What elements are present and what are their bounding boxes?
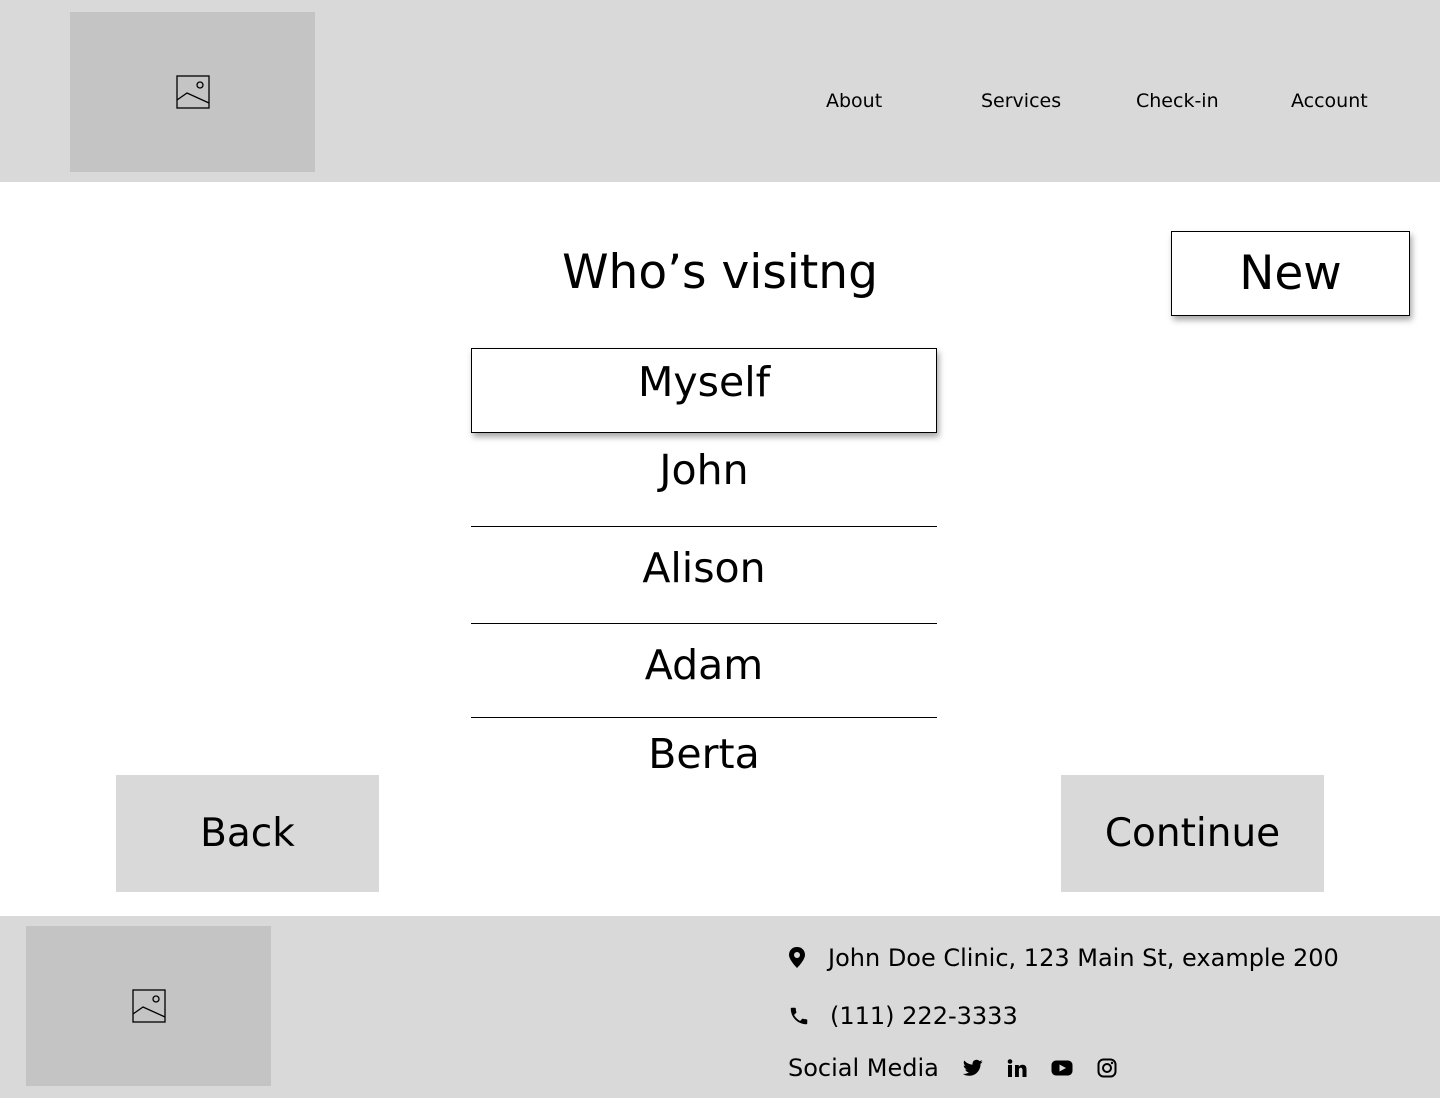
list-divider [471,623,937,624]
continue-button[interactable]: Continue [1061,775,1324,892]
site-header: About Services Check-in Account [0,0,1440,182]
visitor-option-myself[interactable]: Myself [471,348,937,433]
footer-address-row: John Doe Clinic, 123 Main St, example 20… [788,944,1339,972]
header-logo[interactable] [70,12,315,172]
social-media-label: Social Media [788,1054,939,1082]
footer-logo[interactable] [26,926,271,1086]
page-title: Who’s visitng [562,245,878,300]
instagram-icon[interactable] [1097,1058,1117,1078]
footer-phone-row: (111) 222-3333 [788,1002,1018,1030]
visitor-option-john[interactable]: John [471,445,937,495]
footer-social-row: Social Media [788,1054,1117,1082]
new-visitor-button[interactable]: New [1171,231,1410,316]
list-divider [471,526,937,527]
nav-check-in[interactable]: Check-in [1136,88,1219,114]
image-placeholder-icon [131,989,166,1023]
back-button[interactable]: Back [116,775,379,892]
linkedin-icon[interactable] [1007,1059,1027,1077]
visitor-option-adam[interactable]: Adam [471,640,937,690]
youtube-icon[interactable] [1051,1060,1073,1076]
nav-about[interactable]: About [826,88,882,114]
site-footer: John Doe Clinic, 123 Main St, example 20… [0,916,1440,1098]
footer-phone[interactable]: (111) 222-3333 [830,1002,1018,1030]
phone-icon [790,1007,808,1025]
nav-account[interactable]: Account [1291,88,1368,114]
nav-services[interactable]: Services [981,88,1061,114]
visitor-option-berta[interactable]: Berta [471,729,937,779]
image-placeholder-icon [175,75,210,109]
twitter-icon[interactable] [962,1059,983,1077]
visitor-option-alison[interactable]: Alison [471,543,937,593]
list-divider [471,717,937,718]
location-pin-icon [789,947,805,968]
footer-address: John Doe Clinic, 123 Main St, example 20… [828,944,1339,972]
